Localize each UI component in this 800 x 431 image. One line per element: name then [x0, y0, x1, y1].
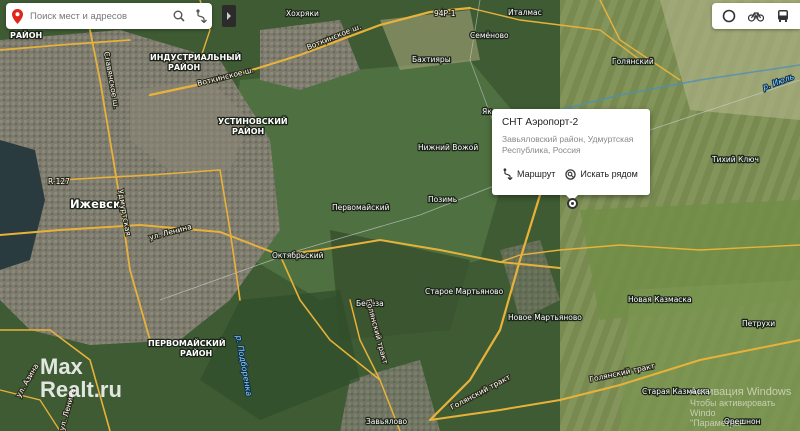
label-khokhryaki: Хохряки: [286, 9, 319, 18]
label-tikhy-klyuch: Тихий Ключ: [711, 155, 759, 164]
map-pin-icon: [8, 3, 26, 29]
windows-activation-title: Активация Windows: [690, 386, 792, 398]
location-marker[interactable]: [567, 198, 578, 209]
maxrealt-watermark: Max Realt.ru: [40, 356, 122, 402]
search-input[interactable]: Поиск мест и адресов: [30, 11, 168, 22]
label-industrialny-raion: РАЙОН: [168, 61, 200, 72]
label-pervomaisky-raion-2: РАЙОН: [180, 347, 212, 358]
label-pervomaisky: Первомайский: [332, 203, 390, 212]
search-nearby-label: Искать рядом: [580, 169, 638, 179]
label-petrukhi: Петрухи: [742, 319, 775, 328]
label-industrialny: ИНДУСТРИАЛЬНЫЙ: [150, 51, 241, 62]
road-r127: R-127: [48, 177, 70, 186]
panel-toggle-button[interactable]: [222, 5, 236, 27]
label-pozim: Позимь: [428, 195, 457, 204]
road-94r1: 94Р-1: [434, 9, 456, 18]
label-pervomaisky-raion: ПЕРВОМАЙСКИЙ: [148, 337, 226, 348]
label-zavyalovo: Завьялово: [366, 417, 408, 426]
label-semenovo: Семёново: [470, 31, 509, 40]
label-ya: Як: [482, 107, 492, 116]
label-novoe-martyanovo: Новое Мартьяново: [508, 313, 582, 322]
label-ustinovsky: УСТИНОВСКИЙ: [218, 115, 288, 126]
chevron-right-icon: [227, 12, 231, 20]
watermark-line2: Realt.ru: [40, 377, 122, 402]
search-nearby-button[interactable]: Искать рядом: [565, 168, 638, 180]
label-golyanskoy: Голянский: [612, 57, 654, 66]
search-icon[interactable]: [168, 3, 190, 29]
label-novaya-kazmaska: Новая Казмаска: [628, 295, 692, 304]
label-izhevsk: Ижевск: [70, 197, 121, 211]
label-staroe-martyanovo: Старое Мартьяново: [425, 287, 504, 296]
place-title: СНТ Аэропорт-2: [502, 117, 579, 128]
bus-icon[interactable]: [773, 6, 793, 26]
label-raion-top: РАЙОН: [10, 29, 42, 40]
route-icon: [503, 168, 513, 180]
route-icon[interactable]: [190, 3, 212, 29]
label-bakhtiyary: Бахтияры: [412, 55, 451, 64]
watermark-line1: Max: [40, 354, 83, 379]
windows-activation-settings: "Параметры": [690, 418, 745, 428]
route-button-label: Маршрут: [517, 169, 556, 179]
label-ustinovsky-raion: РАЙОН: [232, 125, 264, 136]
bicycle-icon[interactable]: [746, 6, 766, 26]
traffic-icon[interactable]: [719, 6, 739, 26]
label-oktyabrsky: Октябрьский: [272, 251, 324, 260]
label-italmas: Италмас: [508, 8, 542, 17]
place-address: Завьяловский район, Удмуртская Республик…: [502, 134, 634, 155]
transport-panel: [712, 3, 800, 29]
search-box[interactable]: Поиск мест и адресов: [6, 3, 212, 29]
place-popup: СНТ Аэропорт-2 Завьяловский район, Удмур…: [492, 109, 650, 201]
search-nearby-icon: [565, 168, 577, 180]
windows-activation-notice: Активация Windows Чтобы активировать Win…: [690, 386, 800, 428]
label-nizhny-vozhoy: Нижний Вожой: [418, 143, 478, 152]
windows-activation-text: Чтобы активировать Windo: [690, 398, 776, 418]
route-button[interactable]: Маршрут: [502, 168, 555, 180]
